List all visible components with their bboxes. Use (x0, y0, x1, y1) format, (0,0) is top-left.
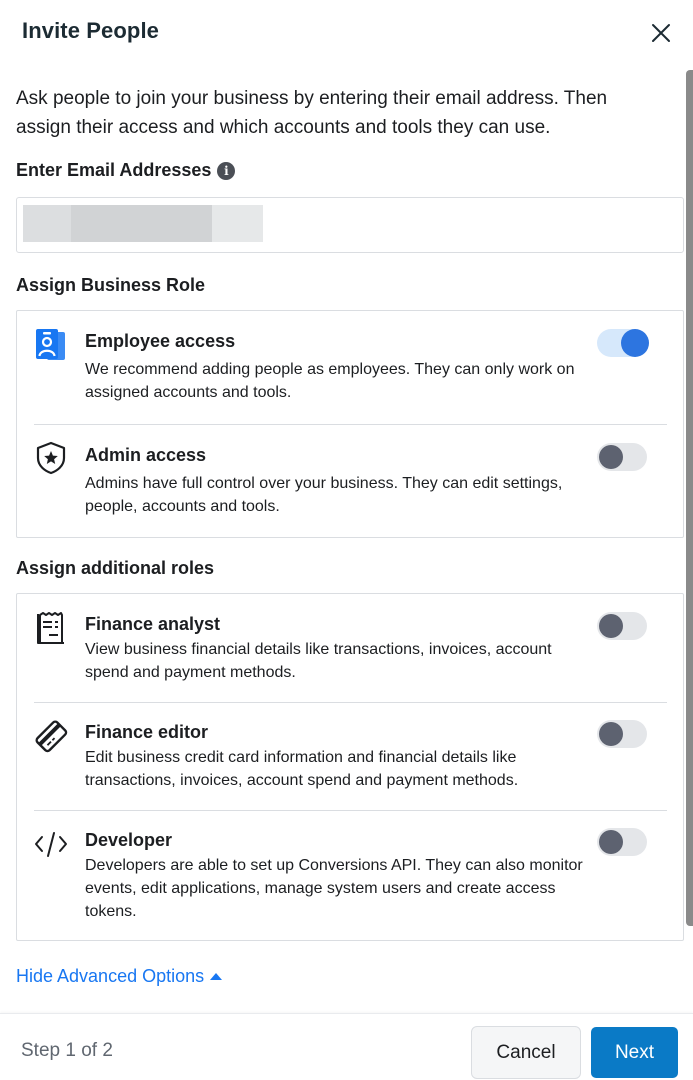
cancel-button[interactable]: Cancel (471, 1026, 581, 1079)
additional-roles-card: Finance analyst View business financial … (16, 593, 684, 941)
caret-up-icon (210, 973, 223, 980)
toggle-knob (599, 830, 623, 854)
role-description: Developers are able to set up Conversion… (85, 857, 583, 920)
hide-advanced-options-link[interactable]: Hide Advanced Options (16, 966, 223, 987)
business-role-card: Employee access We recommend adding peop… (16, 310, 684, 538)
redacted-email-block (71, 205, 212, 242)
employee-badge-icon (36, 329, 65, 360)
admin-access-toggle[interactable] (597, 443, 647, 471)
additional-roles-title: Assign additional roles (16, 558, 215, 578)
developer-toggle[interactable] (597, 828, 647, 856)
role-description: We recommend adding people as employees.… (85, 361, 575, 401)
role-title: Finance analyst (85, 614, 221, 634)
role-developer: Developer Developers are able to set up … (17, 810, 683, 940)
employee-access-toggle[interactable] (597, 329, 649, 357)
close-icon (652, 24, 670, 42)
receipt-icon (37, 612, 64, 644)
finance-editor-toggle[interactable] (597, 720, 647, 748)
redacted-email-block (212, 205, 263, 242)
code-icon (35, 832, 67, 857)
toggle-knob (599, 445, 623, 469)
info-icon[interactable]: i (217, 161, 236, 180)
role-title: Finance editor (85, 722, 209, 742)
redacted-email-block (23, 205, 71, 242)
role-finance-analyst: Finance analyst View business financial … (17, 594, 683, 702)
role-title: Admin access (85, 445, 207, 465)
hide-advanced-options-label: Hide Advanced Options (16, 966, 205, 986)
finance-analyst-toggle[interactable] (597, 612, 647, 640)
admin-shield-icon (36, 441, 66, 475)
role-title: Employee access (85, 331, 236, 351)
dialog-title: Invite People (22, 18, 160, 43)
role-title: Developer (85, 830, 173, 850)
email-input[interactable] (16, 197, 684, 253)
role-finance-editor: Finance editor Edit business credit card… (17, 702, 683, 810)
dialog-footer: Step 1 of 2 Cancel Next (0, 1013, 693, 1080)
step-indicator: Step 1 of 2 (21, 1040, 113, 1061)
toggle-knob (599, 722, 623, 746)
role-description: Edit business credit card information an… (85, 749, 519, 789)
close-button[interactable] (648, 20, 674, 46)
credit-card-icon (35, 720, 68, 753)
role-description: View business financial details like tra… (85, 641, 552, 681)
role-description: Admins have full control over your busin… (85, 475, 563, 515)
toggle-knob (621, 329, 649, 357)
intro-text: Ask people to join your business by ente… (16, 88, 608, 138)
email-label: Enter Email Addresses (16, 160, 212, 180)
dialog-header: Invite People (0, 0, 693, 66)
toggle-knob (599, 614, 623, 638)
next-button[interactable]: Next (591, 1027, 678, 1078)
scrollbar[interactable] (686, 70, 693, 926)
role-admin-access: Admin access Admins have full control ov… (17, 424, 683, 537)
email-label-row: Enter Email Addresses i (16, 160, 684, 181)
dialog-body: Ask people to join your business by ente… (16, 84, 684, 941)
business-role-title: Assign Business Role (16, 275, 206, 295)
role-employee-access: Employee access We recommend adding peop… (17, 311, 683, 424)
